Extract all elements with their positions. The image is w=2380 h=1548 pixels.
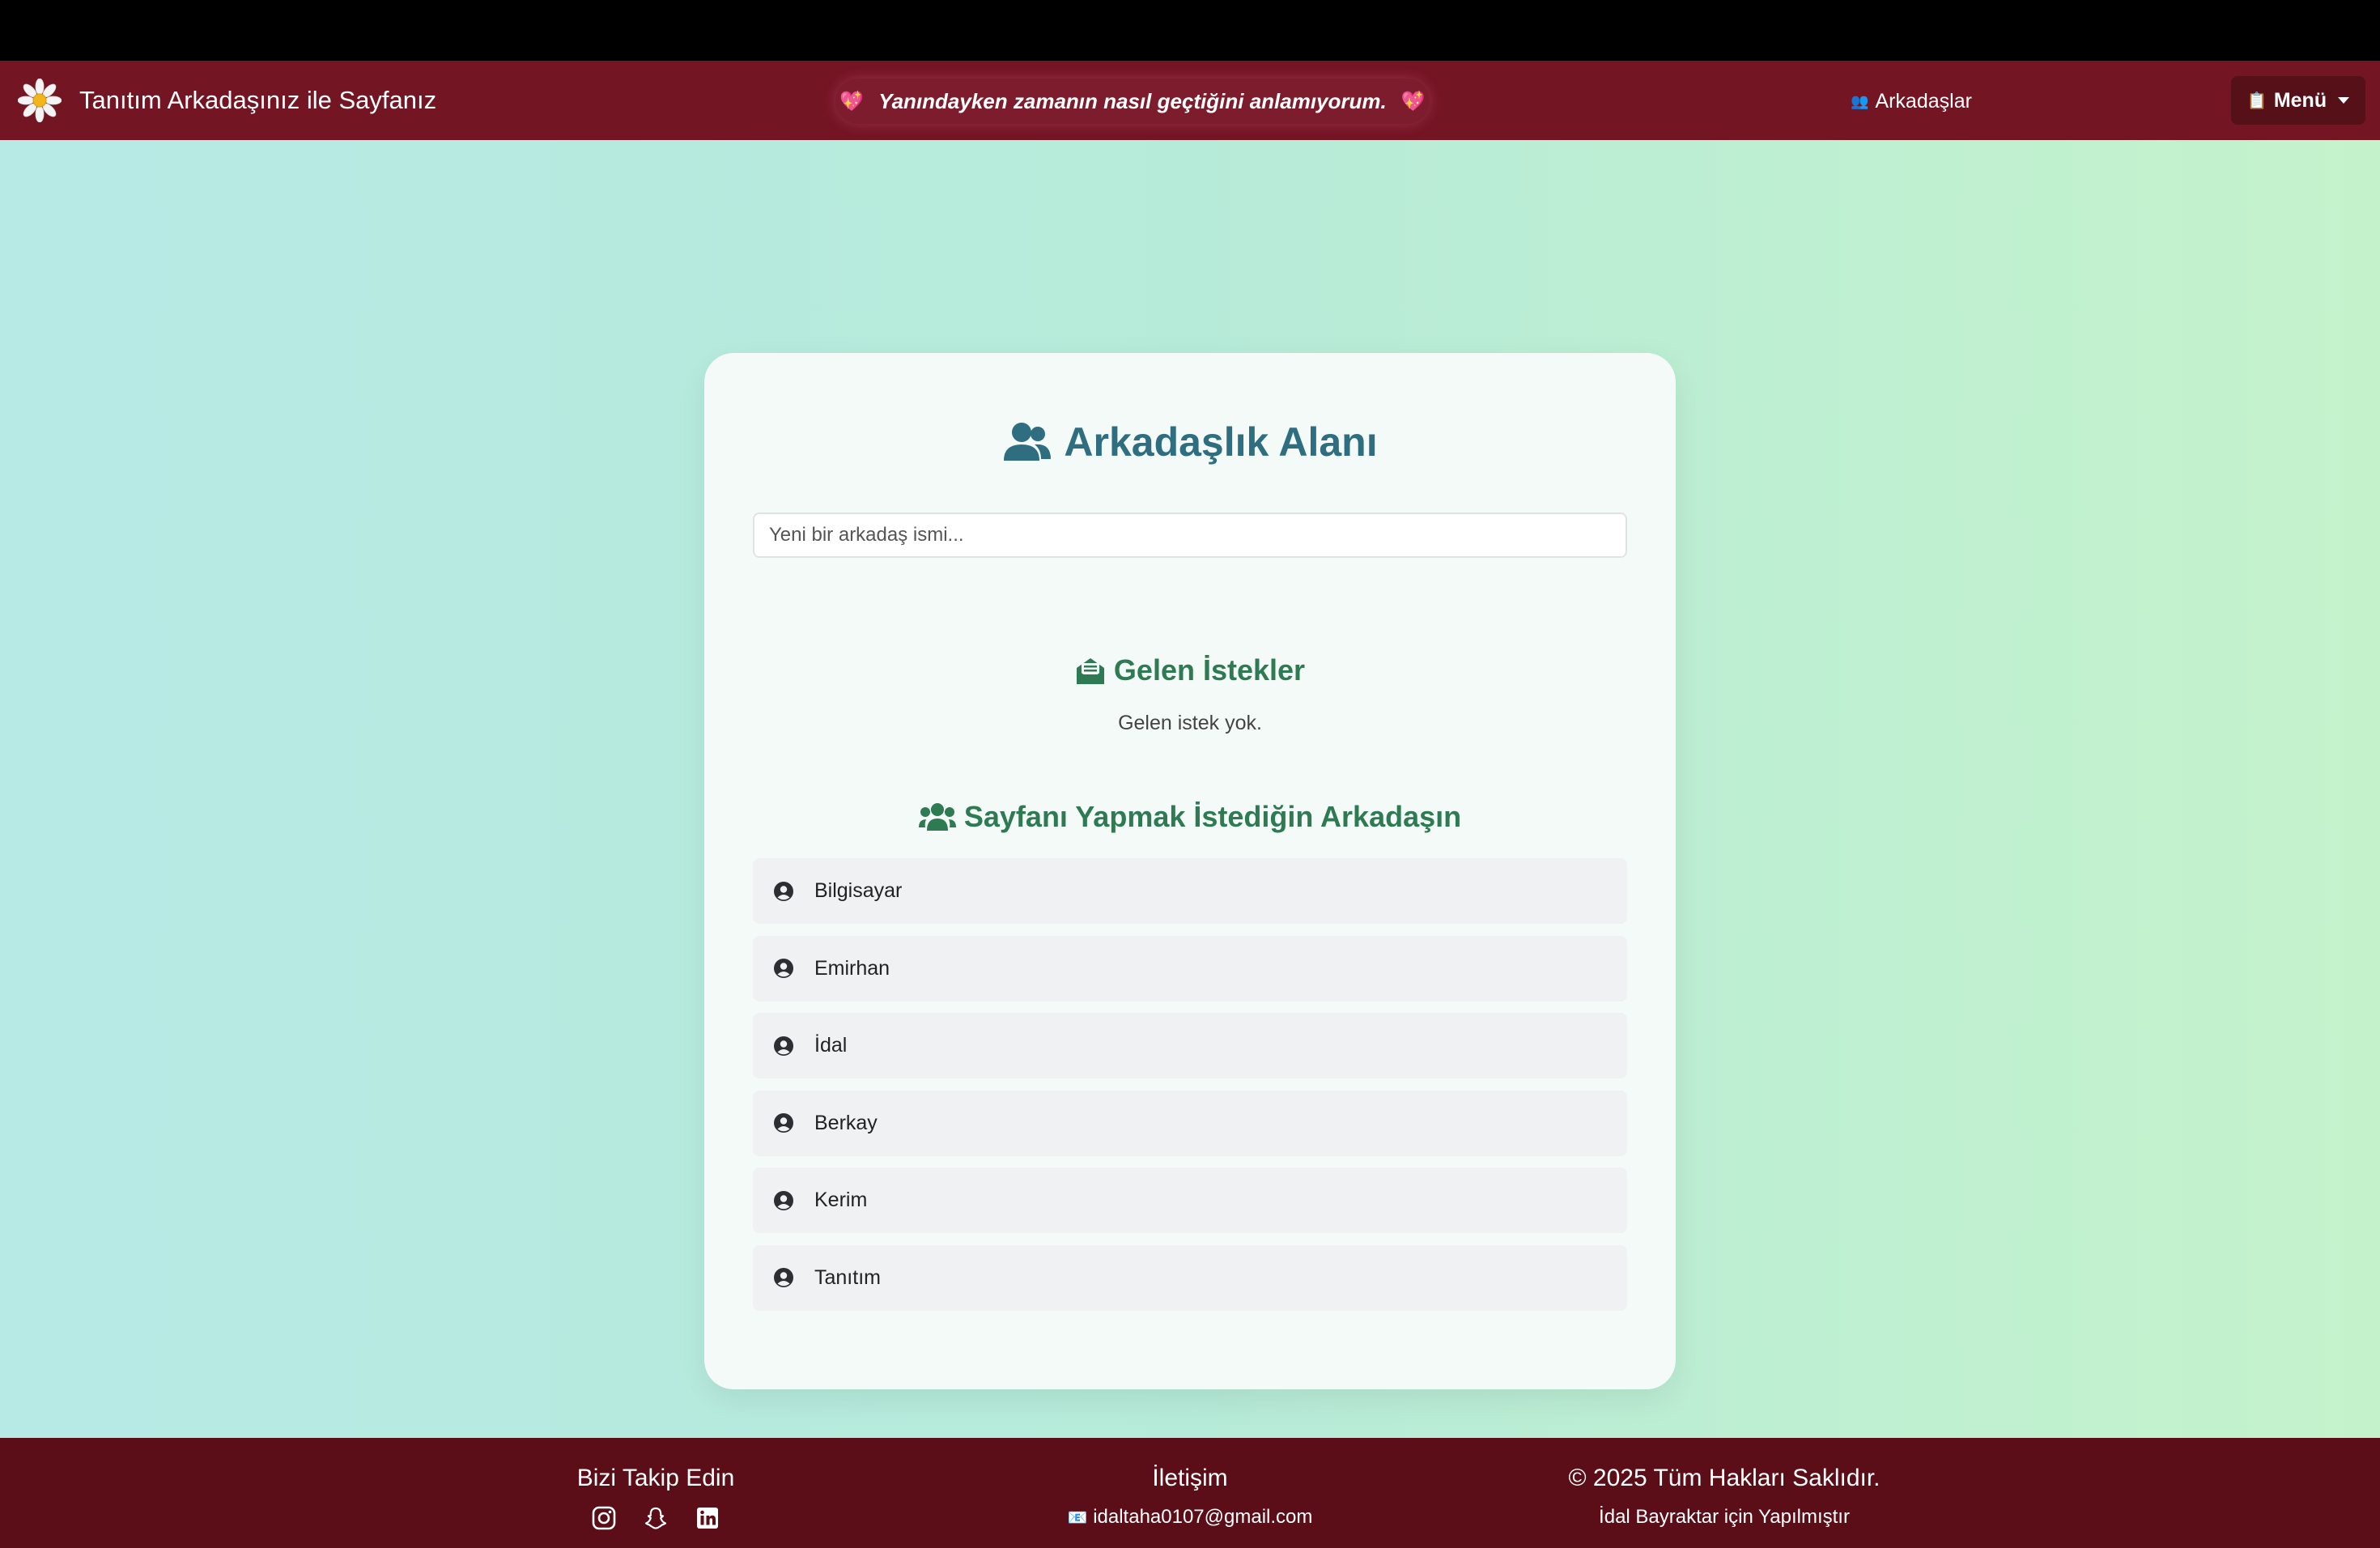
friend-list: Bilgisayar Emirhan İdal Berkay Kerim Tan… <box>753 858 1627 1322</box>
friend-list-item[interactable]: İdal <box>753 1013 1627 1078</box>
footer-follow-title: Bizi Takip Edin <box>576 1465 735 1491</box>
brand[interactable]: Tanıtım Arkadaşınız ile Sayfanız <box>18 79 436 122</box>
friend-list-item[interactable]: Berkay <box>753 1090 1627 1156</box>
daisy-flower-icon <box>18 79 62 122</box>
clipboard-icon: 📋 <box>2246 91 2267 110</box>
friends-section-title-text: Sayfanı Yapmak İstediğin Arkadaşın <box>963 800 1462 833</box>
instagram-icon[interactable] <box>592 1506 616 1530</box>
nav-link-friends[interactable]: 👥 Arkadaşlar <box>1851 85 1972 117</box>
top-black-strip <box>0 0 2380 61</box>
incoming-requests-title-text: Gelen İstekler <box>1113 653 1306 687</box>
friend-name: Tanıtım <box>814 1265 881 1289</box>
footer-copyright: © 2025 Tüm Hakları Saklıdır. <box>1568 1465 1881 1491</box>
menu-button-label: Menü <box>2273 88 2327 112</box>
new-friend-input[interactable] <box>753 512 1627 558</box>
friend-list-item[interactable]: Bilgisayar <box>753 858 1627 924</box>
user-circle-icon <box>774 881 793 901</box>
friend-name: İdal <box>814 1034 848 1057</box>
sparkling-heart-icon: 💖 <box>1400 90 1426 113</box>
people-icon: 👥 <box>1851 92 1869 109</box>
linkedin-icon[interactable] <box>695 1506 720 1530</box>
friend-list-item[interactable]: Emirhan <box>753 935 1627 1002</box>
nav-link-friends-label: Arkadaşlar <box>1875 89 1972 113</box>
snapchat-icon[interactable] <box>644 1506 668 1530</box>
user-circle-icon <box>774 1036 793 1056</box>
envelope-icon: 📧 <box>1067 1509 1088 1527</box>
menu-dropdown-button[interactable]: 📋 Menü <box>2231 76 2365 125</box>
friend-name: Bilgisayar <box>814 879 903 902</box>
caret-down-icon <box>2338 97 2350 104</box>
footer-contact-section: İletişim 📧 idaltaha0107@gmail.com <box>963 1461 1417 1529</box>
footer-contact-title: İletişim <box>1152 1465 1228 1491</box>
sparkling-heart-icon: 💖 <box>839 90 865 113</box>
users-group-icon <box>918 803 956 831</box>
footer: Bizi Takip Edin İletişim 📧 idaltaha0107@… <box>0 1438 2380 1548</box>
user-circle-icon <box>774 959 793 978</box>
friendship-card: Arkadaşlık Alanı Gelen İstekler Gelen is… <box>704 353 1676 1389</box>
users-icon <box>1004 423 1052 461</box>
contact-email-link[interactable]: idaltaha0107@gmail.com <box>1093 1506 1312 1528</box>
user-circle-icon <box>774 1268 793 1287</box>
friends-section-title: Sayfanı Yapmak İstediğin Arkadaşın <box>704 797 1676 837</box>
page-title-text: Arkadaşlık Alanı <box>1064 419 1378 465</box>
main-area: Arkadaşlık Alanı Gelen İstekler Gelen is… <box>0 140 2380 1438</box>
footer-contact-line: 📧 idaltaha0107@gmail.com <box>963 1506 1417 1529</box>
brand-title: Tanıtım Arkadaşınız ile Sayfanız <box>79 86 437 114</box>
footer-made-for: İdal Bayraktar için Yapılmıştır <box>1599 1506 1850 1528</box>
user-circle-icon <box>774 1113 793 1133</box>
friend-list-item[interactable]: Tanıtım <box>753 1244 1627 1311</box>
footer-follow-section: Bizi Takip Edin <box>429 1461 882 1530</box>
friend-name: Kerim <box>814 1189 868 1211</box>
top-navbar: Tanıtım Arkadaşınız ile Sayfanız 💖 Yanın… <box>0 61 2380 140</box>
footer-copyright-section: © 2025 Tüm Hakları Saklıdır. İdal Bayrak… <box>1498 1461 1951 1529</box>
incoming-requests-title: Gelen İstekler <box>704 650 1676 691</box>
marquee-text: Yanındayken zamanın nasıl geçtiğini anla… <box>878 88 1387 113</box>
friend-name: Emirhan <box>814 956 890 980</box>
page-title: Arkadaşlık Alanı <box>704 410 1676 474</box>
user-circle-icon <box>774 1190 793 1210</box>
incoming-empty-text: Gelen istek yok. <box>1118 712 1262 734</box>
friend-list-item[interactable]: Kerim <box>753 1167 1627 1233</box>
envelope-open-text-icon <box>1076 658 1104 684</box>
friend-name: Berkay <box>814 1111 878 1134</box>
social-links <box>429 1506 882 1530</box>
marquee-banner: 💖 Yanındayken zamanın nasıl geçtiğini an… <box>835 79 1430 124</box>
